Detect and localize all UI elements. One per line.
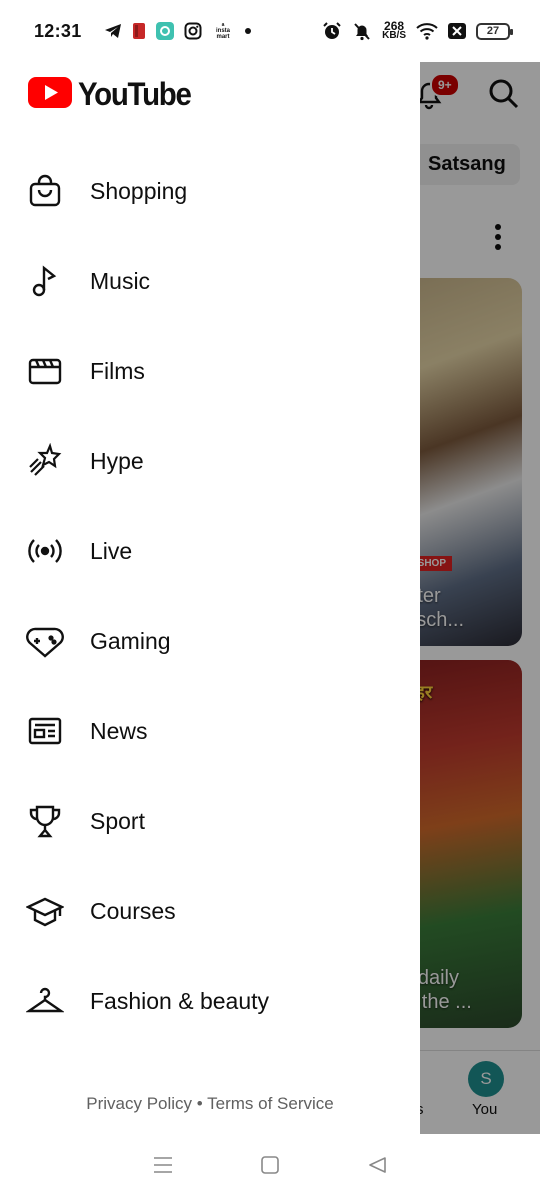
menu-item-label: Hype (90, 447, 144, 474)
shopping-bag-icon (26, 172, 64, 210)
menu-item-label: Films (90, 357, 145, 384)
shooting-star-icon (26, 442, 64, 480)
menu-item-label: Courses (90, 897, 176, 924)
telegram-icon (104, 23, 122, 39)
back-triangle-icon[interactable] (366, 1154, 388, 1181)
svg-text:mart: mart (216, 34, 229, 40)
footer-separator: • (196, 1094, 203, 1113)
menu-item-label: Fashion & beauty (90, 987, 270, 1014)
menu-item-label: Shopping (90, 177, 188, 204)
red-app-icon (132, 22, 146, 40)
terms-of-service-link[interactable]: Terms of Service (207, 1094, 334, 1113)
menu-item-label: Sport (90, 807, 145, 834)
teal-app-icon (155, 22, 174, 40)
network-speed: 268 KB/S (382, 19, 406, 41)
instagram-icon (184, 22, 202, 40)
menu-item-music[interactable]: Music (0, 236, 420, 326)
menu-item-label: Music (90, 267, 151, 294)
instamart-icon: a insta mart (212, 21, 234, 41)
menu-item-news[interactable]: News (0, 686, 420, 776)
home-square-icon[interactable] (259, 1154, 281, 1181)
navigation-drawer: YouTube Shopping Music Films Hype Live G… (0, 62, 420, 1134)
menu-item-sport[interactable]: Sport (0, 776, 420, 866)
menu-item-courses[interactable]: Courses (0, 866, 420, 956)
live-broadcast-icon (26, 532, 64, 570)
youtube-play-icon (28, 76, 72, 113)
muted-bell-icon (352, 21, 372, 41)
more-notifications-dot-icon (244, 27, 252, 35)
newspaper-icon (26, 712, 64, 750)
hanger-icon (26, 982, 64, 1020)
menu-item-live[interactable]: Live (0, 506, 420, 596)
trophy-icon (26, 802, 64, 840)
gamepad-heart-icon (26, 622, 64, 660)
no-sim-icon (448, 23, 466, 39)
battery-indicator: 27 (476, 22, 513, 40)
status-bar: 12:31 a insta mart 268 KB/S 27 (0, 0, 540, 62)
menu-item-hype[interactable]: Hype (0, 416, 420, 506)
alarm-icon (322, 21, 342, 41)
menu-item-label: News (90, 717, 148, 744)
clapperboard-icon (26, 352, 64, 390)
system-navigation-bar (0, 1134, 540, 1200)
menu-item-shopping[interactable]: Shopping (0, 146, 420, 236)
menu-item-label: Gaming (90, 627, 171, 654)
menu-item-films[interactable]: Films (0, 326, 420, 416)
wifi-icon (416, 22, 438, 40)
drawer-footer: Privacy Policy • Terms of Service (0, 1094, 420, 1114)
menu-item-fashion-beauty[interactable]: Fashion & beauty (0, 956, 420, 1046)
recents-menu-icon[interactable] (152, 1155, 174, 1180)
privacy-policy-link[interactable]: Privacy Policy (86, 1094, 192, 1113)
youtube-logo[interactable]: YouTube (28, 76, 200, 113)
menu-item-label: Live (90, 537, 133, 564)
status-time: 12:31 (34, 20, 82, 41)
music-note-icon (26, 262, 64, 300)
explore-menu: Shopping Music Films Hype Live Gaming Ne… (0, 146, 420, 1046)
menu-item-gaming[interactable]: Gaming (0, 596, 420, 686)
youtube-logo-text: YouTube (78, 76, 192, 112)
graduation-cap-icon (26, 892, 64, 930)
